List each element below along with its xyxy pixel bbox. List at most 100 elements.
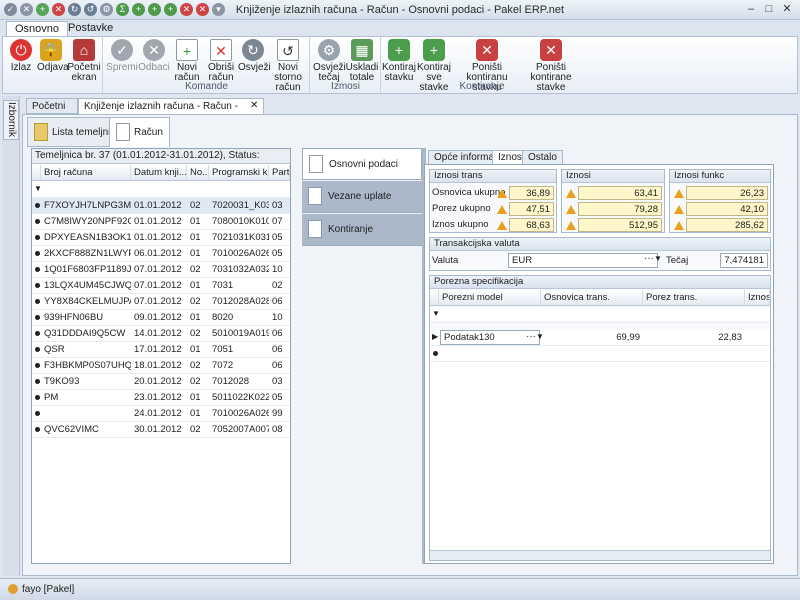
ribbon-group-izmosi: ⚙ Osvježi tečaj ▦ Uskladi totale Izmosi xyxy=(311,37,381,93)
porez-trans-cell[interactable]: 22,83 xyxy=(643,330,745,346)
funkc-porez[interactable]: 42,10 xyxy=(686,202,768,216)
table-row[interactable]: F3HBKMP0S07UHQB25P...18.01.2012 02 7072 06 xyxy=(32,358,290,374)
temeljnica-panel: Temeljnica br. 37 (01.01.2012-31.01.2012… xyxy=(31,148,291,564)
warning-icon xyxy=(566,189,576,198)
table-row[interactable]: Q31DDDAI9Q5CW 14.01.2012 02 5010019A0190106 xyxy=(32,326,290,342)
table-cell: 08 xyxy=(272,424,283,435)
linked-document-icon xyxy=(308,187,322,205)
doc-tab-home[interactable]: Početni ekran xyxy=(26,98,78,127)
horizontal-scrollbar[interactable] xyxy=(430,550,770,560)
col-osnovica-trans[interactable]: Osnovica trans. xyxy=(541,290,643,306)
home-screen-button[interactable]: ⌂ Početni ekran xyxy=(67,39,101,83)
table-row[interactable]: QSR 17.01.2012 01 7051 06 xyxy=(32,342,290,358)
tab-osnovno[interactable]: Osnovno xyxy=(6,21,69,36)
table-cell: T9KO93 xyxy=(44,376,80,387)
table-row[interactable]: F7XOYJH7LNPG3MCO01.01.2012 02 7020031_K03.… xyxy=(32,198,290,214)
col-porezni-model[interactable]: Porezni model xyxy=(439,290,541,306)
iznosi-porez[interactable]: 79,28 xyxy=(578,202,662,216)
table-row[interactable]: 1Q01F6803FP1189JFEP07.01.2012 02 7031032A0… xyxy=(32,262,290,278)
table-row[interactable]: 24.01.2012 01 7010026A0260699 xyxy=(32,406,290,422)
ellipsis-button[interactable]: ··· xyxy=(526,331,536,342)
warning-icon xyxy=(497,221,507,230)
table-cell: 01 xyxy=(190,280,201,291)
porez-row[interactable]: ▶ Podatak130 ··· ▼ 69,99 22,83 xyxy=(430,330,770,346)
logout-button[interactable]: 🔒 Odjava xyxy=(37,39,69,73)
table-cell: 05 xyxy=(272,232,283,243)
unpost-icon: ✕ xyxy=(476,39,498,61)
col-broj-racuna[interactable]: Broj računa xyxy=(41,165,131,181)
trans-porez[interactable]: 47,51 xyxy=(509,202,554,216)
table-row[interactable]: C7M8IWY20NPF92CM5...01.01.2012 01 7080010K… xyxy=(32,214,290,230)
table-row[interactable]: 939HFN06BU 09.01.2012 01 8020 10 xyxy=(32,310,290,326)
nav-kontiranje[interactable]: Kontiranje xyxy=(302,214,422,246)
table-cell: 01 xyxy=(190,392,201,403)
align-totals-button[interactable]: ▦ Uskladi totale xyxy=(345,39,379,83)
document-icon xyxy=(116,123,130,142)
col-no[interactable]: No... xyxy=(187,165,209,181)
minimize-button[interactable]: – xyxy=(742,2,760,17)
discard-button[interactable]: ✕ Odbaci xyxy=(138,39,170,73)
table-row[interactable]: T9KO93 20.01.2012 02 7012028 03 xyxy=(32,374,290,390)
calculator-icon: ▦ xyxy=(351,39,373,61)
box-iznosi: Iznosi 63,41 79,28 512,95 xyxy=(561,169,665,233)
osnovica-trans-cell[interactable]: 69,99 xyxy=(541,330,643,346)
porez-filter-row[interactable]: ▼ xyxy=(430,307,770,323)
menu-tab[interactable]: Izbornik xyxy=(3,100,19,140)
post-item-button[interactable]: + Kontiraj stavku xyxy=(382,39,416,83)
tab-ostalo[interactable]: Ostalo xyxy=(522,150,563,165)
table-row[interactable]: QVC62VIMC 30.01.2012 02 7052007A0070208 xyxy=(32,422,290,438)
col-iznos-t[interactable]: Iznos t xyxy=(745,290,770,306)
table-row[interactable]: 2KXCF888ZN1LWYP06.01.2012 01 7010026A02607… xyxy=(32,246,290,262)
trans-osnovica[interactable]: 36,89 xyxy=(509,186,554,200)
table-row[interactable]: DPXYEASN1B3OK1OCFH01.01.2012 01 7021031K03… xyxy=(32,230,290,246)
table-cell: 01 xyxy=(190,216,201,227)
porez-new-row[interactable] xyxy=(430,346,770,362)
refresh-icon: ↻ xyxy=(242,39,264,61)
ellipsis-button[interactable]: ··· xyxy=(644,253,654,264)
nav-vezane-uplate[interactable]: Vezane uplate xyxy=(302,181,422,213)
tab-racun[interactable]: Račun xyxy=(109,117,170,147)
refresh-button[interactable]: ↻ Osvježi xyxy=(238,39,271,73)
table-row[interactable]: 13LQX4UM45CJWQ 07.01.2012 01 7031 02 xyxy=(32,278,290,294)
iznosi-osnovica[interactable]: 63,41 xyxy=(578,186,662,200)
save-button[interactable]: ✓ Spremi xyxy=(106,39,138,73)
table-cell: 24.01.2012 xyxy=(134,408,182,419)
table-cell: 10 xyxy=(272,312,283,323)
doc-tab-invoice[interactable]: Knjiženje izlaznih računa - Račun - Osno… xyxy=(78,98,264,127)
table-cell: 23.01.2012 xyxy=(134,392,182,403)
col-datum[interactable]: Datum knji... xyxy=(131,165,187,181)
refresh-rate-button[interactable]: ⚙ Osvježi tečaj xyxy=(313,39,346,83)
nav-osnovni-podaci[interactable]: Osnovni podaci xyxy=(302,148,422,180)
delete-invoice-button[interactable]: ✕ Obriši račun xyxy=(204,39,238,83)
tecaj-input[interactable]: 7,474181 xyxy=(720,253,768,268)
table-cell: 07.01.2012 xyxy=(134,280,182,291)
filter-row[interactable]: ▼ xyxy=(32,182,290,198)
close-window-button[interactable]: ✕ xyxy=(778,2,796,17)
group-label-izmosi: Izmosi xyxy=(331,81,360,92)
table-row[interactable]: YY8X84CKELMUJPAGQ0...07.01.2012 02 7012028… xyxy=(32,294,290,310)
new-invoice-button[interactable]: + Novi račun xyxy=(170,39,204,83)
exit-button[interactable]: ⏻ Izlaz xyxy=(7,39,35,73)
tab-postavke[interactable]: Postavke xyxy=(60,21,121,36)
trans-iznos[interactable]: 68,63 xyxy=(509,218,554,232)
iznosi-iznos[interactable]: 512,95 xyxy=(578,218,662,232)
chevron-down-icon[interactable]: ▼ xyxy=(654,254,662,263)
funkc-iznos[interactable]: 285,62 xyxy=(686,218,768,232)
porezni-model-input[interactable]: Podatak130 xyxy=(440,330,540,345)
col-programski[interactable]: Programski kl... xyxy=(209,165,269,181)
table-cell: 05 xyxy=(272,248,283,259)
funkc-osnovica[interactable]: 26,23 xyxy=(686,186,768,200)
filter-icon: ▼ xyxy=(432,309,440,318)
table-cell: 02 xyxy=(190,424,201,435)
col-porez-trans[interactable]: Porez trans. xyxy=(643,290,745,306)
table-cell: F3HBKMP0S07UHQB25P... xyxy=(44,360,131,371)
ribbon-group-main: ⏻ Izlaz 🔒 Odjava ⌂ Početni ekran xyxy=(3,37,103,93)
box-title-iznosi: Iznosi xyxy=(562,170,664,183)
valuta-input[interactable]: EUR xyxy=(508,253,658,268)
table-cell: 01.01.2012 xyxy=(134,200,182,211)
close-tab-icon[interactable]: ✕ xyxy=(250,100,258,111)
delete-document-icon: ✕ xyxy=(210,39,232,61)
table-row[interactable]: PM 23.01.2012 01 5011022K0220405 xyxy=(32,390,290,406)
col-partner[interactable]: Partne xyxy=(269,165,290,181)
maximize-button[interactable]: □ xyxy=(760,2,778,17)
